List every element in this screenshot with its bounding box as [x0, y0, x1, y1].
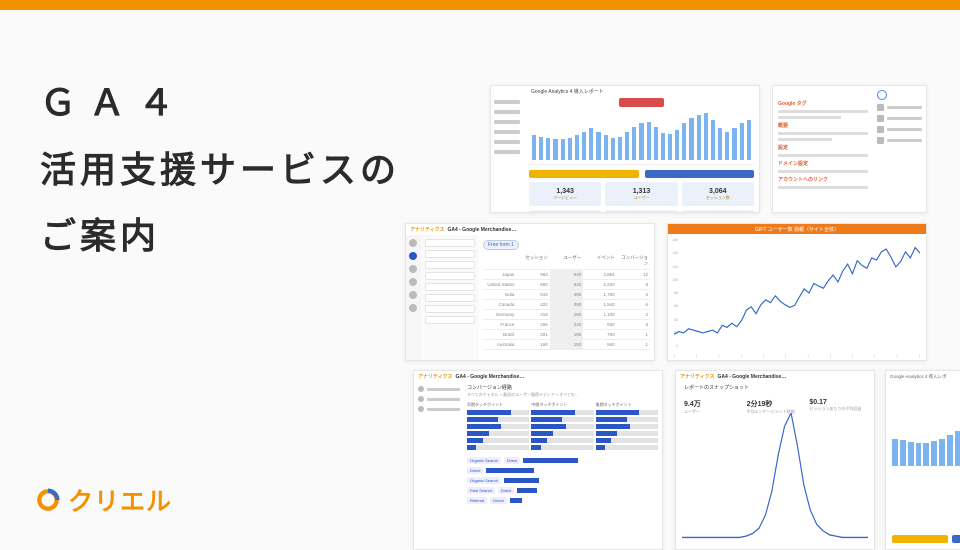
- screenshot-line-chart: GIFT ユーザー数 週報（サイト全体） 1601401201008060402…: [667, 223, 927, 361]
- s6-section: レポートのスナップショット: [676, 382, 874, 393]
- avatar-icon: [877, 90, 887, 100]
- accent-bar: [0, 0, 960, 10]
- screenshot-collage: Google Analytics 4 導入レポート 1,343ページビュー1,3…: [405, 85, 960, 540]
- s7-title: Google Analytics 4 導入レポ: [890, 374, 947, 380]
- screenshot-conversion-paths: アナリティクスGA4 - Google Merchandise… コンバージョン…: [413, 370, 663, 550]
- s5-title: コンバージョン経路: [467, 384, 658, 391]
- brand-mark-icon: [35, 487, 61, 513]
- screenshot-engagement: アナリティクスGA4 - Google Merchandise… レポートのスナ…: [675, 370, 875, 550]
- s1-bar-chart: [529, 110, 754, 165]
- s1-title: Google Analytics 4 導入レポート: [531, 88, 604, 95]
- s3-pill: Free form 1: [483, 240, 519, 250]
- s2-heading: Google タグ: [778, 100, 868, 107]
- screenshot-settings: Google タグ 概要 設定 ドメイン設定 アカウントへのリンク: [772, 85, 927, 213]
- s1-pill: [619, 98, 664, 107]
- screenshot-dashboard-bars: Google Analytics 4 導入レポート 1,343ページビュー1,3…: [490, 85, 760, 213]
- brand-logo: クリエル: [35, 482, 172, 518]
- screenshot-table: アナリティクスGA4 - Google Merchandise… Free fo…: [405, 223, 655, 361]
- brand-name: クリエル: [68, 482, 172, 518]
- s4-header: GIFT ユーザー数 週報（サイト全体）: [668, 224, 926, 234]
- screenshot-snapshot: Google Analytics 4 導入レポ 70ユーザー: [885, 370, 960, 550]
